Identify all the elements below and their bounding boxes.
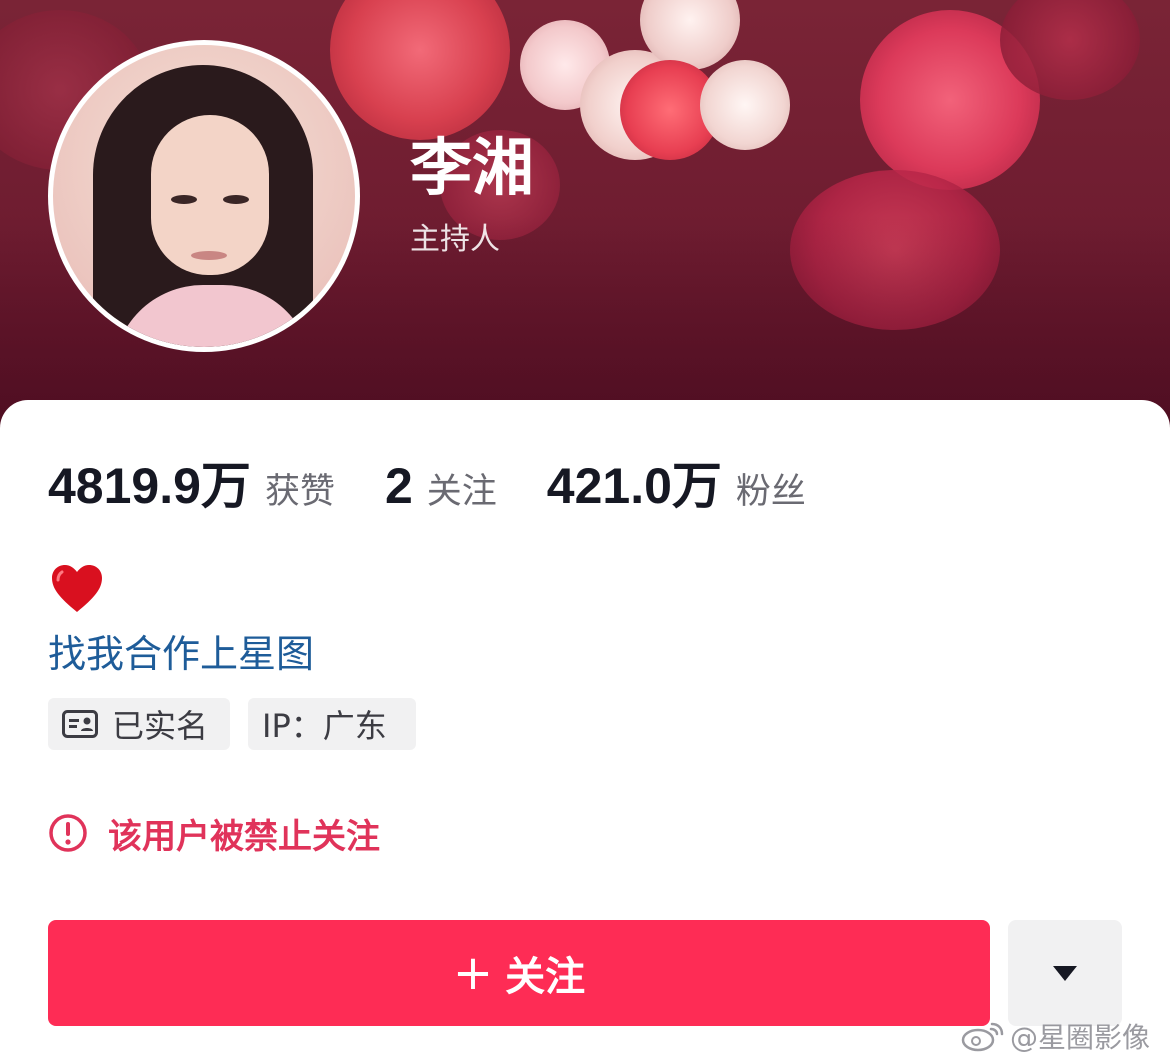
stat-likes[interactable]: 4819.9万 获赞 bbox=[48, 446, 335, 518]
follow-button[interactable]: + 关注 bbox=[48, 920, 990, 1026]
avatar[interactable] bbox=[48, 40, 360, 352]
stat-followers[interactable]: 421.0万 粉丝 bbox=[547, 446, 806, 518]
caret-down-icon bbox=[1053, 966, 1077, 981]
id-card-icon bbox=[62, 710, 98, 738]
plus-icon: + bbox=[452, 945, 494, 1001]
more-options-button[interactable] bbox=[1008, 920, 1122, 1026]
stat-following-label: 关注 bbox=[426, 472, 497, 512]
weibo-watermark: @星圈影像 bbox=[960, 1014, 1150, 1058]
ip-location-label: IP：广东 bbox=[262, 707, 387, 745]
follow-banned-warning: 该用户被禁止关注 bbox=[48, 808, 380, 858]
watermark-text: @星圈影像 bbox=[1010, 1021, 1151, 1054]
stat-likes-label: 获赞 bbox=[264, 472, 335, 512]
profile-name: 李湘 bbox=[410, 131, 535, 204]
avatar-eye-shape bbox=[223, 195, 249, 204]
verified-tag: 已实名 bbox=[48, 698, 230, 750]
stat-following[interactable]: 2 关注 bbox=[385, 457, 497, 515]
warning-text: 该用户被禁止关注 bbox=[108, 816, 380, 857]
profile-stats: 4819.9万 获赞 2 关注 421.0万 粉丝 bbox=[48, 446, 806, 514]
stat-likes-value: 4819.9万 bbox=[48, 458, 251, 514]
weibo-icon bbox=[961, 1022, 1004, 1052]
profile-subtitle: 主持人 bbox=[410, 222, 500, 257]
stat-followers-label: 粉丝 bbox=[735, 472, 806, 512]
ip-location-tag: IP：广东 bbox=[248, 698, 416, 750]
follow-button-label: 关注 bbox=[505, 954, 586, 1000]
stat-followers-value: 421.0万 bbox=[546, 458, 722, 514]
heart-icon bbox=[52, 565, 102, 612]
verified-tag-label: 已实名 bbox=[112, 707, 209, 745]
avatar-eye-shape bbox=[171, 195, 197, 204]
stat-following-value: 2 bbox=[384, 458, 413, 514]
avatar-photo bbox=[53, 45, 355, 347]
bio-star-map-link[interactable]: 找我合作上星图 bbox=[48, 628, 314, 680]
alert-circle-icon bbox=[49, 814, 87, 852]
avatar-lip-shape bbox=[191, 251, 227, 260]
